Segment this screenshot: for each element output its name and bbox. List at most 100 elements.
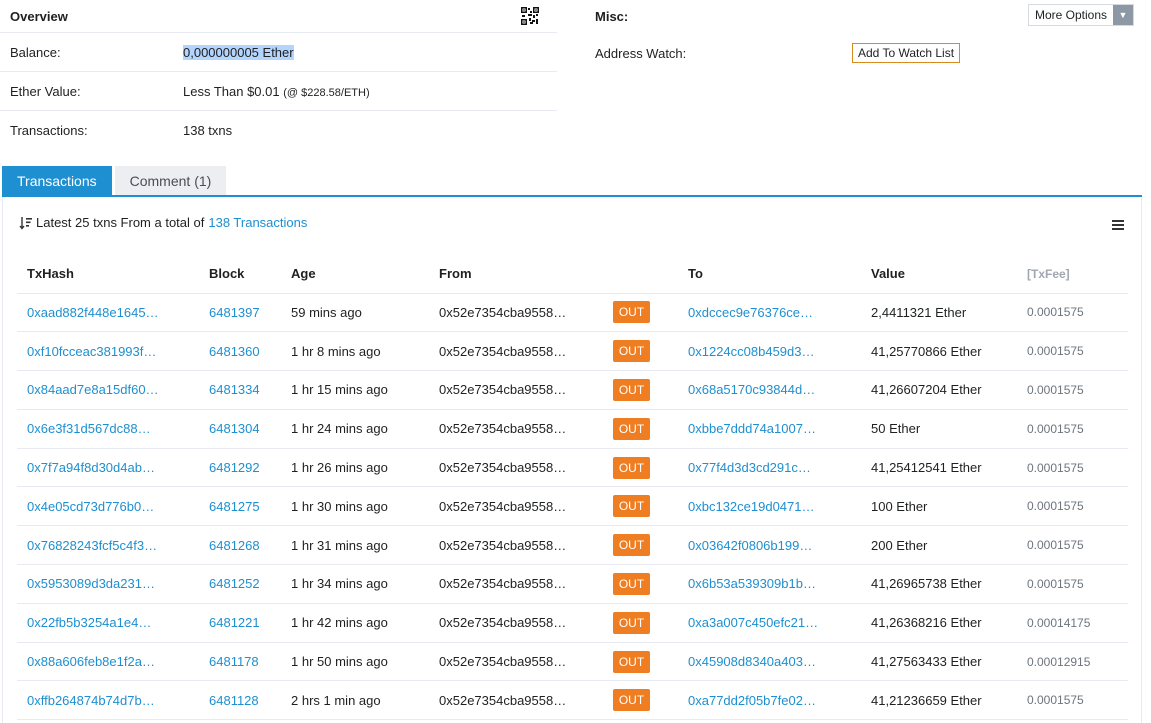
to-address-link[interactable]: 0x45908d8340a403… [678, 642, 861, 682]
transactions-count: 138 txns [183, 123, 233, 138]
transactions-label: Transactions: [10, 123, 88, 138]
to-address-link[interactable]: 0xbc132ce19d0471… [678, 486, 861, 527]
value-cell: 41,26965738 Ether [861, 564, 1017, 604]
tx-fee-cell: 0.0001575 [1017, 564, 1128, 604]
tx-fee-cell: 0.00014175 [1017, 603, 1128, 643]
ether-value: Less Than $0.01 [183, 83, 280, 99]
tx-hash-link[interactable]: 0x4e05cd73d776b0… [17, 486, 199, 527]
block-link[interactable]: 6481275 [199, 486, 281, 527]
tx-fee-cell: 0.0001575 [1017, 486, 1128, 527]
tx-hash-link[interactable]: 0x5953089d3da231… [17, 564, 199, 604]
block-link[interactable]: 6481360 [199, 331, 281, 372]
tx-hash-link[interactable]: 0x88a606feb8e1f2a… [17, 642, 199, 682]
overview-header: Overview [0, 0, 557, 33]
summary-text: Latest 25 txns From a total of [36, 215, 205, 230]
table-row: 0x7f7a94f8d30d4ab… 6481292 1 hr 26 mins ag… [17, 448, 1128, 488]
block-link[interactable]: 6481128 [199, 680, 281, 721]
tx-hash-link[interactable]: 0xffb264874b74d7b… [17, 680, 199, 721]
header-to: To [678, 255, 861, 294]
block-link[interactable]: 6481397 [199, 293, 281, 333]
tab-comment[interactable]: Comment (1) [114, 166, 227, 195]
qr-code-icon[interactable] [521, 7, 539, 25]
block-link[interactable]: 6481292 [199, 448, 281, 488]
tx-fee-cell: 0.0001575 [1017, 331, 1128, 372]
from-address: 0x52e7354cba9558… [429, 331, 613, 372]
address-watch-label: Address Watch: [595, 45, 687, 61]
ether-value-row: Ether Value: Less Than $0.01 (@ $228.58/… [0, 72, 557, 111]
header-txhash: TxHash [17, 255, 199, 294]
sort-icon [19, 216, 32, 230]
header-age: Age [281, 255, 429, 294]
direction-badge: OUT [613, 340, 650, 363]
ether-value-label: Ether Value: [10, 83, 81, 99]
to-address-link[interactable]: 0xdccec9e76376ce… [678, 293, 861, 333]
from-address: 0x52e7354cba9558… [429, 293, 613, 333]
value-cell: 41,26368216 Ether [861, 603, 1017, 643]
table-row: 0x76828243fcf5c4f3… 6481268 1 hr 31 mins a… [17, 525, 1128, 566]
from-address: 0x52e7354cba9558… [429, 448, 613, 488]
tx-fee-cell: 0.0001575 [1017, 525, 1128, 566]
transactions-table: TxHash Block Age From To Value [TxFee] 0… [17, 255, 1128, 721]
age-cell: 1 hr 42 mins ago [281, 603, 429, 643]
tx-fee-cell: 0.0001575 [1017, 370, 1128, 410]
table-row: 0x88a606feb8e1f2a… 6481178 1 hr 50 mins ag… [17, 642, 1128, 682]
tx-hash-link[interactable]: 0xaad882f448e1645… [17, 293, 199, 333]
to-address-link[interactable]: 0xbbe7ddd74a1007… [678, 409, 861, 449]
block-link[interactable]: 6481252 [199, 564, 281, 604]
to-address-link[interactable]: 0x6b53a539309b1b… [678, 564, 861, 604]
more-options-dropdown[interactable]: More Options ▼ [1027, 3, 1134, 26]
from-address: 0x52e7354cba9558… [429, 525, 613, 566]
table-row: 0x4e05cd73d776b0… 6481275 1 hr 30 mins ago… [17, 486, 1128, 527]
table-row: 0xaad882f448e1645… 6481397 59 mins ago 0x52… [17, 293, 1128, 333]
to-address-link[interactable]: 0x77f4d3d3cd291c… [678, 448, 861, 488]
to-address-link[interactable]: 0xa3a007c450efc21… [678, 603, 861, 643]
overview-panel: Overview Balance: 0,000000005 Ether Ethe… [0, 0, 557, 150]
tx-hash-link[interactable]: 0x6e3f31d567dc88… [17, 409, 199, 449]
age-cell: 2 hrs 1 min ago [281, 680, 429, 721]
chevron-down-icon: ▼ [1113, 4, 1133, 25]
balance-value: 0,000000005 Ether [183, 44, 294, 60]
tx-fee-cell: 0.0001575 [1017, 448, 1128, 488]
header-block: Block [199, 255, 281, 294]
value-cell: 100 Ether [861, 486, 1017, 527]
direction-badge: OUT [613, 301, 650, 324]
overview-title: Overview [10, 8, 68, 24]
block-link[interactable]: 6481221 [199, 603, 281, 643]
value-cell: 41,25770866 Ether [861, 331, 1017, 372]
tx-fee-cell: 0.0001575 [1017, 293, 1128, 333]
hamburger-menu-icon[interactable] [1112, 220, 1124, 230]
tx-hash-link[interactable]: 0x84aad7e8a15df60… [17, 370, 199, 410]
to-address-link[interactable]: 0x68a5170c93844d… [678, 370, 861, 410]
from-address: 0x52e7354cba9558… [429, 564, 613, 604]
address-watch-row: Address Watch: Add To Watch List [585, 33, 1141, 73]
tx-hash-link[interactable]: 0xf10fcceac381993f… [17, 331, 199, 372]
block-link[interactable]: 6481304 [199, 409, 281, 449]
block-link[interactable]: 6481334 [199, 370, 281, 410]
to-address-link[interactable]: 0xa77dd2f05b7fe02… [678, 680, 861, 721]
direction-badge: OUT [613, 689, 650, 712]
total-transactions-link[interactable]: 138 Transactions [208, 215, 307, 230]
tx-fee-cell: 0.0001575 [1017, 409, 1128, 449]
balance-label: Balance: [10, 44, 61, 60]
block-link[interactable]: 6481268 [199, 525, 281, 566]
to-address-link[interactable]: 0x03642f0806b199… [678, 525, 861, 566]
value-cell: 200 Ether [861, 525, 1017, 566]
transactions-summary: Latest 25 txns From a total of 138 Trans… [19, 215, 307, 230]
transactions-row: Transactions: 138 txns [0, 111, 557, 150]
tx-hash-link[interactable]: 0x22fb5b3254a1e4… [17, 603, 199, 643]
add-to-watch-list-button[interactable]: Add To Watch List [852, 43, 961, 63]
table-row: 0x22fb5b3254a1e4… 6481221 1 hr 42 mins ago… [17, 603, 1128, 643]
ether-price: (@ $228.58/ETH) [283, 86, 370, 99]
to-address-link[interactable]: 0x1224cc08b459d3… [678, 331, 861, 372]
tx-hash-link[interactable]: 0x76828243fcf5c4f3… [17, 525, 199, 566]
transactions-panel: Latest 25 txns From a total of 138 Trans… [2, 197, 1142, 723]
tab-bar: Transactions Comment (1) [2, 166, 1142, 197]
header-txfee[interactable]: [TxFee] [1017, 255, 1128, 294]
header-from: From [429, 255, 613, 294]
tab-transactions[interactable]: Transactions [2, 166, 112, 195]
tx-hash-link[interactable]: 0x7f7a94f8d30d4ab… [17, 448, 199, 488]
age-cell: 59 mins ago [281, 293, 429, 333]
table-row: 0xffb264874b74d7b… 6481128 2 hrs 1 min ago… [17, 680, 1128, 721]
direction-badge: OUT [613, 456, 650, 479]
block-link[interactable]: 6481178 [199, 642, 281, 682]
